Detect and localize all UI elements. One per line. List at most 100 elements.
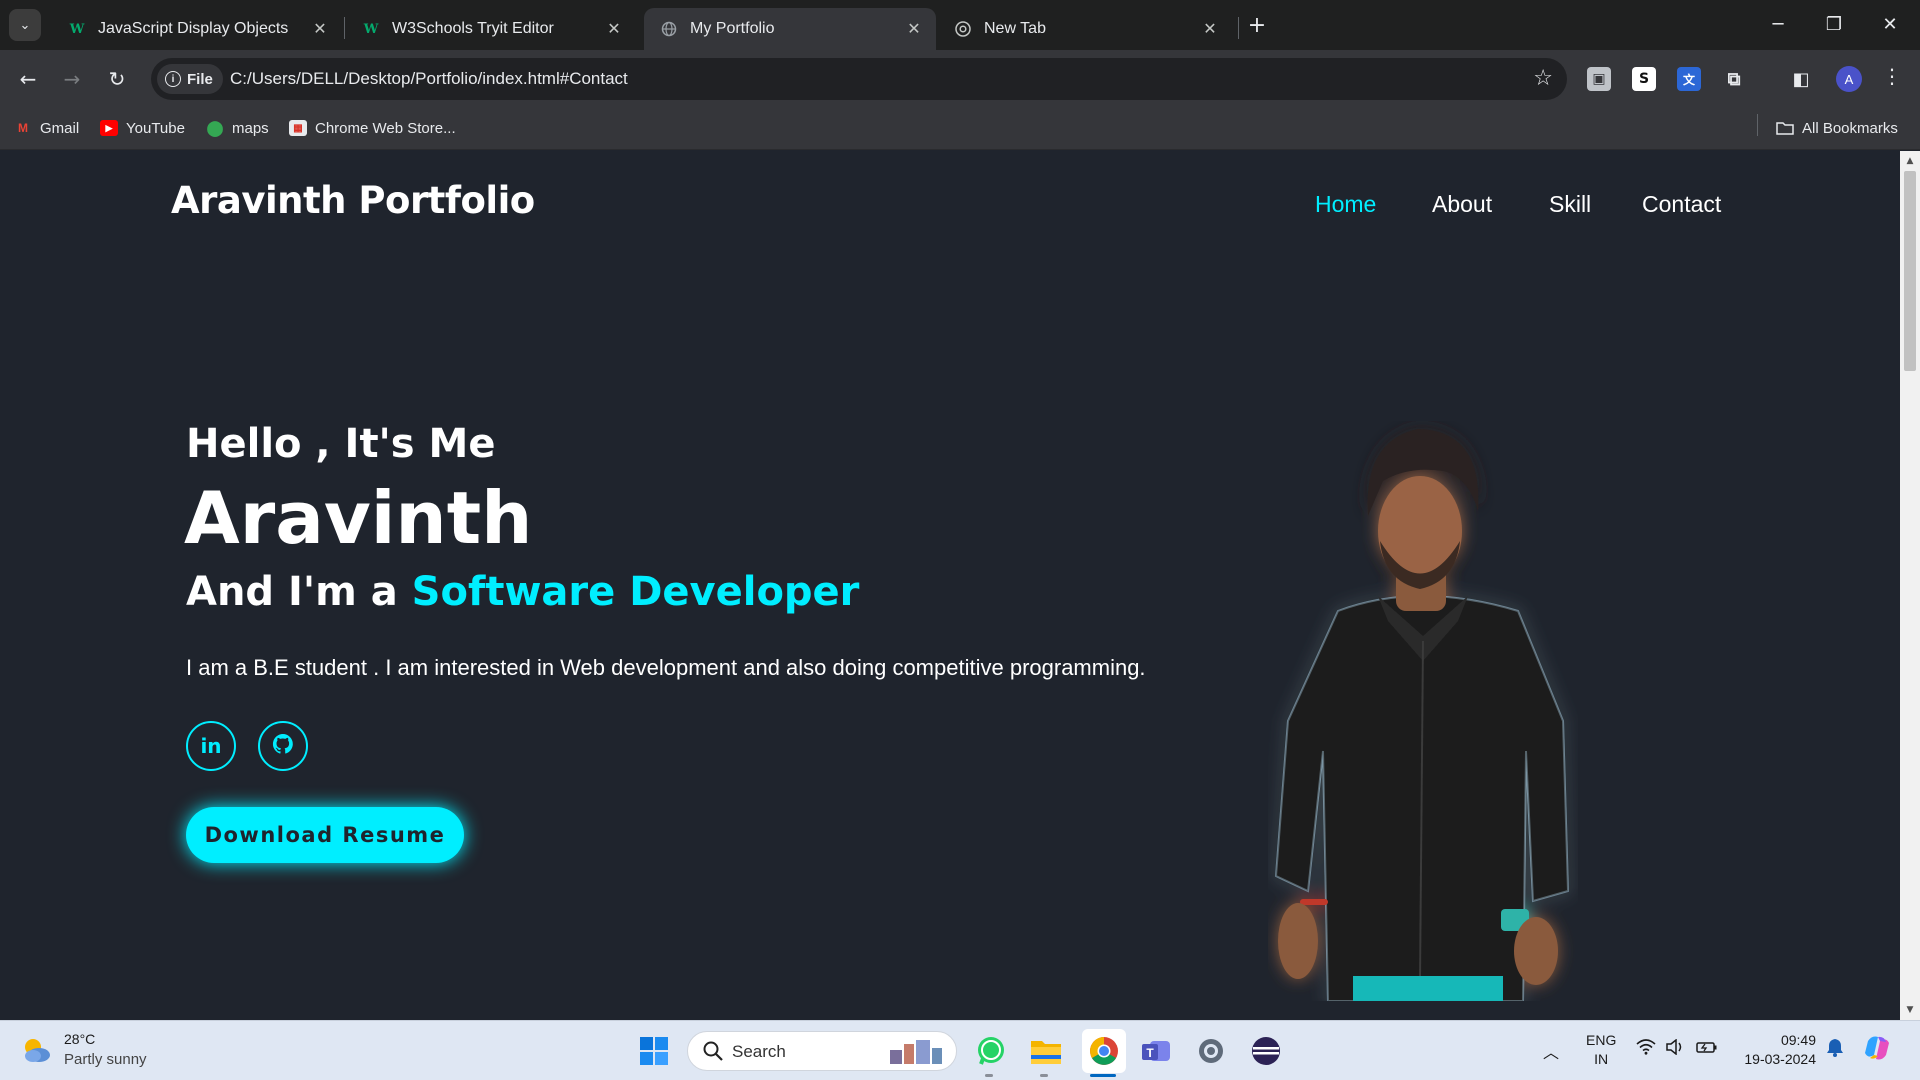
bookmark-star-icon[interactable]: ☆	[1533, 66, 1553, 91]
site-logo[interactable]: Aravinth Portfolio	[171, 179, 535, 222]
close-tab-icon[interactable]: ✕	[1198, 19, 1222, 39]
new-tab-button[interactable]: +	[1244, 12, 1270, 38]
gmail-icon: M	[18, 121, 28, 135]
tab-title: My Portfolio	[690, 20, 775, 37]
forward-button[interactable]: →	[57, 64, 87, 94]
file-explorer-icon[interactable]	[1028, 1033, 1064, 1069]
s-extension-icon[interactable]: S	[1632, 67, 1656, 91]
tab-my-portfolio[interactable]: My Portfolio ✕	[644, 8, 936, 50]
eclipse-icon[interactable]	[1248, 1033, 1284, 1069]
system-clock[interactable]: 09:49 19-03-2024	[1736, 1031, 1816, 1069]
tab-search-button[interactable]: ⌄	[9, 9, 41, 41]
active-app-indicator	[1090, 1074, 1116, 1077]
browser-menu-icon[interactable]: ⋮	[1882, 64, 1902, 88]
start-icon[interactable]	[636, 1033, 672, 1069]
extensions-puzzle-icon[interactable]: ⧉	[1722, 67, 1746, 91]
close-tab-icon[interactable]: ✕	[602, 19, 626, 39]
close-tab-icon[interactable]: ✕	[902, 19, 926, 39]
language-code: ENG	[1586, 1032, 1617, 1048]
restore-window-icon[interactable]: ❐	[1806, 0, 1862, 48]
running-indicator	[985, 1074, 993, 1077]
bookmark-maps[interactable]: ⬤ maps	[206, 116, 269, 140]
github-link[interactable]	[258, 721, 308, 771]
side-panel-icon[interactable]: ◧	[1789, 67, 1813, 91]
all-bookmarks-folder[interactable]: All Bookmarks	[1776, 116, 1898, 140]
nav-home-link[interactable]: Home	[1315, 191, 1376, 218]
reload-button[interactable]: ↻	[102, 64, 132, 94]
scroll-thumb[interactable]	[1904, 171, 1916, 371]
weather-description[interactable]: Partly sunny	[64, 1051, 147, 1068]
nav-contact-link[interactable]: Contact	[1642, 191, 1721, 218]
tab-divider	[344, 17, 345, 39]
input-language[interactable]: ENG IN	[1586, 1031, 1616, 1069]
volume-icon[interactable]	[1665, 1038, 1685, 1058]
battery-icon[interactable]	[1696, 1039, 1718, 1058]
linkedin-link[interactable]: in	[186, 721, 236, 771]
notification-bell-icon[interactable]	[1826, 1037, 1844, 1060]
scheme-label: File	[187, 70, 213, 88]
hero-greeting: Hello , It's Me	[186, 421, 496, 467]
w3schools-icon: W	[69, 21, 85, 37]
bookmark-label: YouTube	[126, 119, 185, 137]
whatsapp-icon[interactable]	[973, 1033, 1009, 1069]
tab-w3schools-tryit-editor[interactable]: W W3Schools Tryit Editor ✕	[346, 8, 636, 50]
teams-icon[interactable]: T	[1138, 1033, 1174, 1069]
webstore-icon: ▦	[289, 120, 307, 136]
bookmark-youtube[interactable]: ▶ YouTube	[100, 116, 185, 140]
bookmark-gmail[interactable]: M Gmail	[14, 116, 79, 140]
clock-date: 19-03-2024	[1744, 1051, 1816, 1067]
show-hidden-icons-icon[interactable]: ︿	[1543, 1039, 1559, 1063]
globe-icon	[660, 20, 678, 38]
partly-sunny-icon[interactable]	[20, 1034, 52, 1066]
role-highlight: Software Developer	[411, 569, 860, 615]
tab-title: W3Schools Tryit Editor	[392, 20, 554, 37]
weather-temperature[interactable]: 28°C	[64, 1031, 95, 1047]
search-placeholder: Search	[732, 1042, 786, 1061]
youtube-icon: ▶	[100, 120, 118, 136]
windows-taskbar: 28°C Partly sunny Search T ︿ ENG IN 09:4…	[0, 1020, 1920, 1080]
back-button[interactable]: ←	[13, 64, 43, 94]
page-scrollbar[interactable]: ▲ ▼	[1900, 151, 1920, 1020]
role-prefix: And I'm a	[186, 569, 412, 615]
settings-icon[interactable]	[1193, 1033, 1229, 1069]
scroll-up-icon[interactable]: ▲	[1900, 153, 1920, 169]
tab-new-tab[interactable]: New Tab ✕	[938, 8, 1232, 50]
close-window-icon[interactable]: ✕	[1862, 0, 1918, 48]
close-tab-icon[interactable]: ✕	[308, 19, 332, 39]
nav-skill-link[interactable]: Skill	[1549, 191, 1591, 218]
chrome-icon[interactable]	[1082, 1029, 1126, 1073]
info-icon: i	[165, 71, 181, 87]
bookmark-chrome-web-store[interactable]: ▦ Chrome Web Store...	[289, 116, 456, 140]
taskbar-search[interactable]: Search	[687, 1031, 957, 1071]
browser-toolbar: ← → ↻ i File C:/Users/DELL/Desktop/Portf…	[0, 50, 1920, 108]
minimize-window-icon[interactable]: ─	[1750, 0, 1806, 48]
download-resume-button[interactable]: Download Resume	[186, 807, 464, 863]
all-bookmarks-label: All Bookmarks	[1802, 119, 1898, 137]
extension-icon[interactable]: ▣	[1587, 67, 1611, 91]
w3schools-icon: W	[363, 21, 379, 37]
translate-extension-icon[interactable]: 文	[1677, 67, 1701, 91]
nav-about-link[interactable]: About	[1432, 191, 1492, 218]
browser-tab-strip: ⌄ W JavaScript Display Objects ✕ W W3Sch…	[0, 0, 1920, 50]
hero-role: And I'm a Software Developer	[186, 569, 859, 615]
maps-icon: ⬤	[206, 120, 224, 137]
clock-time: 09:49	[1780, 1032, 1816, 1048]
svg-text:T: T	[1146, 1046, 1154, 1060]
scroll-down-icon[interactable]: ▼	[1900, 1002, 1920, 1018]
bookmark-label: Chrome Web Store...	[315, 119, 456, 137]
bookmark-label: Gmail	[40, 119, 80, 137]
chrome-icon	[954, 20, 972, 38]
github-icon	[271, 732, 295, 761]
copilot-icon[interactable]	[1862, 1033, 1892, 1066]
bookmarks-divider	[1757, 114, 1758, 136]
profile-avatar[interactable]: A	[1836, 66, 1862, 92]
tab-javascript-display-objects[interactable]: W JavaScript Display Objects ✕	[52, 8, 342, 50]
wifi-icon[interactable]	[1636, 1039, 1656, 1058]
search-icon	[703, 1041, 723, 1061]
url-text[interactable]: C:/Users/DELL/Desktop/Portfolio/index.ht…	[230, 69, 628, 89]
language-region: IN	[1594, 1051, 1609, 1067]
bookmark-label: maps	[232, 119, 269, 137]
site-info-chip[interactable]: i File	[157, 64, 223, 94]
address-bar[interactable]: i File C:/Users/DELL/Desktop/Portfolio/i…	[151, 58, 1567, 100]
running-indicator	[1040, 1074, 1048, 1077]
